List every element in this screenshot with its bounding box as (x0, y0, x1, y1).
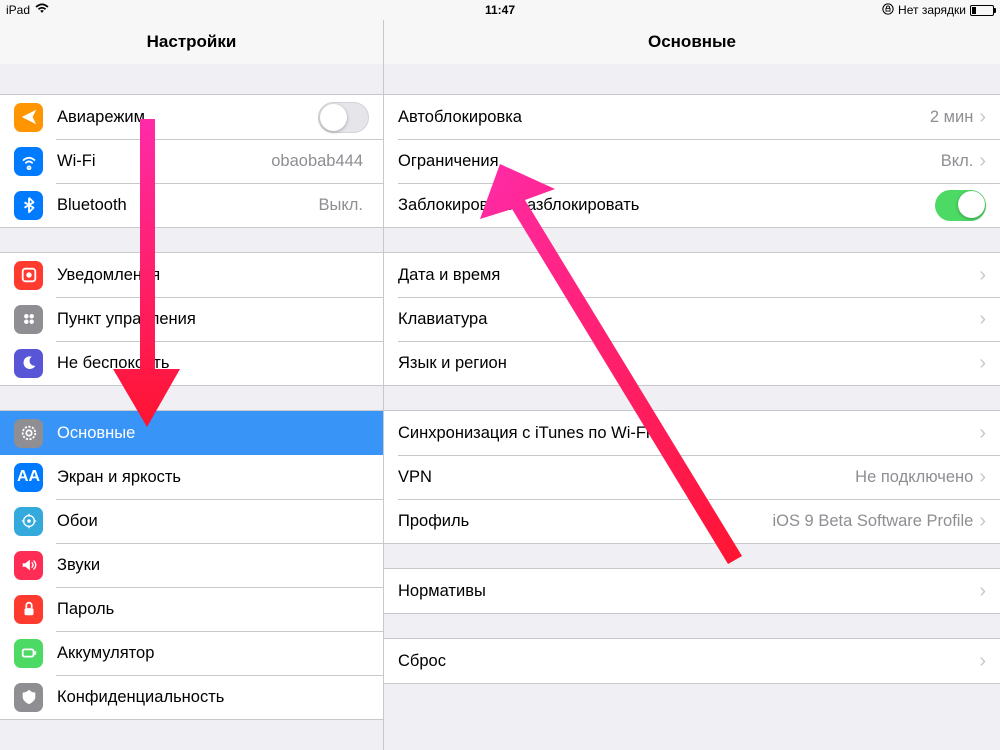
dnd-icon (14, 349, 43, 378)
sidebar-item-label: Не беспокоить (57, 354, 369, 373)
detail-item-label: Автоблокировка (398, 108, 930, 127)
detail-item-label: Сброс (398, 652, 979, 671)
chevron-right-icon: › (979, 423, 986, 443)
lockunlock-switch[interactable] (935, 190, 986, 221)
sidebar-item-value: obaobab444 (271, 152, 363, 171)
detail-item-label: Нормативы (398, 582, 979, 601)
battery-icon (970, 5, 994, 16)
detail-item-label: Заблокировать/разблокировать (398, 196, 935, 215)
sidebar-item-wallpaper[interactable]: Обои (0, 499, 383, 543)
privacy-icon (14, 683, 43, 712)
sidebar-item-notifications[interactable]: Уведомления (0, 253, 383, 297)
battery-icon (14, 639, 43, 668)
device-label: iPad (6, 3, 30, 17)
sidebar-item-display[interactable]: AA Экран и яркость (0, 455, 383, 499)
sidebar-item-label: Аккумулятор (57, 644, 369, 663)
detail-item-reset[interactable]: Сброс › (384, 639, 1000, 683)
detail-item-datetime[interactable]: Дата и время › (384, 253, 1000, 297)
settings-sidebar: Авиарежим Wi-Fi obaobab444 Bluetooth Вык… (0, 64, 384, 750)
detail-item-language[interactable]: Язык и регион › (384, 341, 1000, 385)
sidebar-title: Настройки (0, 20, 384, 64)
detail-item-label: Дата и время (398, 266, 979, 285)
chevron-right-icon: › (979, 353, 986, 373)
sidebar-item-label: Авиарежим (57, 108, 318, 127)
sidebar-item-airplane[interactable]: Авиарежим (0, 95, 383, 139)
detail-item-value: Вкл. (941, 152, 974, 171)
chevron-right-icon: › (979, 265, 986, 285)
detail-item-keyboard[interactable]: Клавиатура › (384, 297, 1000, 341)
sidebar-item-label: Экран и яркость (57, 468, 369, 487)
sidebar-item-passcode[interactable]: Пароль (0, 587, 383, 631)
detail-item-vpn[interactable]: VPN Не подключено › (384, 455, 1000, 499)
chevron-right-icon: › (979, 651, 986, 671)
sidebar-item-label: Пароль (57, 600, 369, 619)
sidebar-item-label: Wi-Fi (57, 152, 271, 171)
sidebar-item-label: Обои (57, 512, 369, 531)
status-time: 11:47 (6, 3, 994, 17)
detail-item-label: Профиль (398, 512, 772, 531)
detail-title: Основные (384, 20, 1000, 64)
orientation-lock-icon (882, 3, 894, 18)
sidebar-item-label: Bluetooth (57, 196, 319, 215)
notifications-icon (14, 261, 43, 290)
sidebar-item-label: Звуки (57, 556, 369, 575)
detail-item-lockunlock[interactable]: Заблокировать/разблокировать (384, 183, 1000, 227)
detail-item-label: Язык и регион (398, 354, 979, 373)
chevron-right-icon: › (979, 107, 986, 127)
detail-pane: Автоблокировка 2 мин › Ограничения Вкл. … (384, 64, 1000, 750)
sidebar-item-label: Конфиденциальность (57, 688, 369, 707)
display-icon: AA (14, 463, 43, 492)
charging-label: Нет зарядки (898, 3, 966, 17)
detail-item-regulatory[interactable]: Нормативы › (384, 569, 1000, 613)
sidebar-item-wifi[interactable]: Wi-Fi obaobab444 (0, 139, 383, 183)
bluetooth-icon (14, 191, 43, 220)
detail-item-restrictions[interactable]: Ограничения Вкл. › (384, 139, 1000, 183)
wallpaper-icon (14, 507, 43, 536)
sidebar-item-label: Уведомления (57, 266, 369, 285)
detail-item-value: iOS 9 Beta Software Profile (772, 512, 973, 531)
detail-item-label: Клавиатура (398, 310, 979, 329)
chevron-right-icon: › (979, 467, 986, 487)
detail-item-label: Ограничения (398, 152, 941, 171)
gear-icon (14, 419, 43, 448)
chevron-right-icon: › (979, 151, 986, 171)
sidebar-item-sounds[interactable]: Звуки (0, 543, 383, 587)
sounds-icon (14, 551, 43, 580)
detail-item-label: VPN (398, 468, 855, 487)
detail-item-itunes[interactable]: Синхронизация с iTunes по Wi-Fi › (384, 411, 1000, 455)
wifi-icon (35, 3, 49, 17)
sidebar-item-label: Основные (57, 424, 369, 443)
airplane-icon (14, 103, 43, 132)
status-bar: iPad 11:47 Нет зарядки (0, 0, 1000, 20)
sidebar-item-privacy[interactable]: Конфиденциальность (0, 675, 383, 719)
detail-item-value: 2 мин (930, 108, 973, 127)
detail-item-label: Синхронизация с iTunes по Wi-Fi (398, 424, 979, 443)
chevron-right-icon: › (979, 581, 986, 601)
sidebar-item-value: Выкл. (319, 196, 363, 215)
airplane-switch[interactable] (318, 102, 369, 133)
sidebar-item-bluetooth[interactable]: Bluetooth Выкл. (0, 183, 383, 227)
detail-item-profile[interactable]: Профиль iOS 9 Beta Software Profile › (384, 499, 1000, 543)
chevron-right-icon: › (979, 511, 986, 531)
sidebar-item-dnd[interactable]: Не беспокоить (0, 341, 383, 385)
detail-item-value: Не подключено (855, 468, 973, 487)
detail-item-autolock[interactable]: Автоблокировка 2 мин › (384, 95, 1000, 139)
lock-icon (14, 595, 43, 624)
wifi-icon (14, 147, 43, 176)
sidebar-item-controlcenter[interactable]: Пункт управления (0, 297, 383, 341)
sidebar-item-general[interactable]: Основные (0, 411, 383, 455)
sidebar-item-battery[interactable]: Аккумулятор (0, 631, 383, 675)
chevron-right-icon: › (979, 309, 986, 329)
sidebar-item-label: Пункт управления (57, 310, 369, 329)
controlcenter-icon (14, 305, 43, 334)
